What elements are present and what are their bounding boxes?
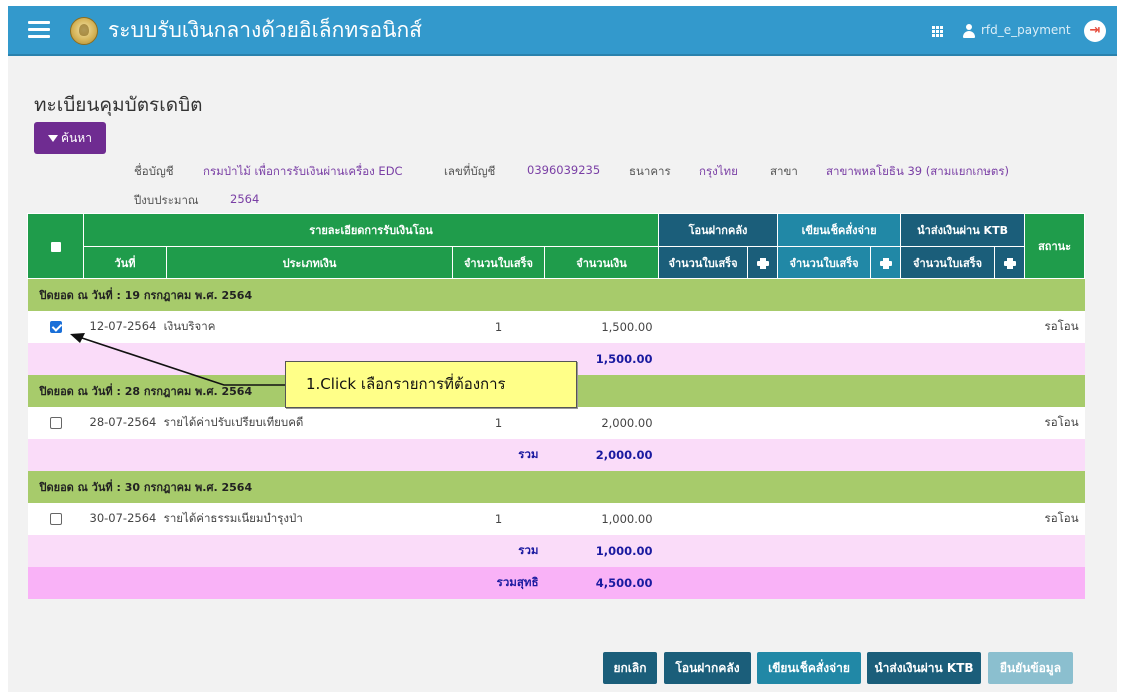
net-total-row: รวมสุทธิ 4,500.00 xyxy=(27,566,1085,599)
receipts-header: จำนวนใบเสร็จ xyxy=(452,246,545,279)
confirm-button[interactable]: ยืนยันข้อมูล xyxy=(988,652,1073,684)
print-icon[interactable] xyxy=(879,257,892,269)
bank-name: กรุงไทย xyxy=(699,164,738,178)
fiscal-year: 2564 xyxy=(230,192,260,206)
grid-icon[interactable] xyxy=(932,26,944,38)
row-type: เงินบริจาค xyxy=(163,318,216,333)
date-header: วันที่ xyxy=(83,246,167,279)
table-row[interactable]: 30-07-2564 รายได้ค่าธรรมเนียมบำรุงป่า 1 … xyxy=(27,502,1085,535)
ktb-header: นำส่งเงินผ่าน KTB xyxy=(900,213,1026,247)
deposit-print-header[interactable] xyxy=(747,246,779,279)
row-date-type: 28-07-2564 รายได้ค่าปรับเปรียบเทียบคดี xyxy=(83,406,453,439)
row-type: รายได้ค่าปรับเปรียบเทียบคดี xyxy=(163,414,304,429)
cheque-receipts-header: จำนวนใบเสร็จ xyxy=(777,246,872,279)
row-select-cell[interactable] xyxy=(27,502,84,535)
amount-header: จำนวนเงิน xyxy=(543,246,660,279)
row-amount: 1,000.00 xyxy=(544,502,659,535)
subtotal-row: รวม 2,000.00 xyxy=(27,438,1085,471)
fiscal-year-label: ปีงบประมาณ xyxy=(134,193,199,207)
row-date-type: 12-07-2564 เงินบริจาค xyxy=(83,310,453,343)
row-date: 12-07-2564 xyxy=(89,318,157,333)
row-checkbox[interactable] xyxy=(49,513,62,525)
row-checkbox[interactable] xyxy=(49,321,62,333)
row-select-cell[interactable] xyxy=(27,310,84,343)
detail-header: รายละเอียดการรับเงินโอน xyxy=(82,213,660,247)
account-name-label: ชื่อบัญชี xyxy=(134,164,174,178)
table-row[interactable]: 12-07-2564 เงินบริจาค 1 1,500.00 รอโอน xyxy=(27,310,1085,343)
deposit-receipts-header: จำนวนใบเสร็จ xyxy=(658,246,749,279)
row-status: รอโอน xyxy=(1024,406,1085,439)
username[interactable]: rfd_e_payment xyxy=(981,23,1071,37)
cancel-button[interactable]: ยกเลิก xyxy=(603,652,657,684)
branch-label: สาขา xyxy=(770,164,798,178)
deposit-treasury-button[interactable]: โอนฝากคลัง xyxy=(664,652,751,684)
subtotal-label: รวม xyxy=(27,534,545,567)
subtotal-row: รวม 1,000.00 xyxy=(27,534,1085,567)
type-header: ประเภทเงิน xyxy=(166,246,453,279)
row-date-type: 30-07-2564 รายได้ค่าธรรมเนียมบำรุงป่า xyxy=(83,502,453,535)
subtotal-amount: 1,000.00 xyxy=(544,534,659,567)
instruction-callout: 1.Click เลือกรายการที่ต้องการ xyxy=(285,361,577,408)
row-date: 30-07-2564 xyxy=(89,510,157,525)
table-row[interactable]: 28-07-2564 รายได้ค่าปรับเปรียบเทียบคดี 1… xyxy=(27,406,1085,439)
write-cheque-button[interactable]: เขียนเช็คสั่งจ่าย xyxy=(757,652,861,684)
filter-icon xyxy=(48,135,59,142)
logout-icon[interactable]: ⇥ xyxy=(1084,20,1106,42)
subtotal-label: รวม xyxy=(27,438,545,471)
account-number-label: เลขที่บัญชี xyxy=(444,164,496,178)
search-button[interactable]: ค้นหา xyxy=(34,122,106,154)
user-icon[interactable] xyxy=(963,24,975,38)
account-name: กรมป่าไม้ เพื่อการรับเงินผ่านเครื่อง EDC xyxy=(203,164,403,178)
ktb-print-header[interactable] xyxy=(994,246,1026,279)
group-header: ปิดยอด ณ วันที่ : 30 กรกฎาคม พ.ศ. 2564 xyxy=(27,470,1085,503)
row-receipts: 1 xyxy=(452,502,545,535)
send-ktb-button[interactable]: นำส่งเงินผ่าน KTB xyxy=(867,652,981,684)
row-amount: 2,000.00 xyxy=(544,406,659,439)
row-status: รอโอน xyxy=(1024,502,1085,535)
print-icon[interactable] xyxy=(1003,257,1016,269)
row-type: รายได้ค่าธรรมเนียมบำรุงป่า xyxy=(163,510,303,525)
row-date: 28-07-2564 xyxy=(89,414,157,429)
subtotal-amount: 2,000.00 xyxy=(544,438,659,471)
group-header: ปิดยอด ณ วันที่ : 19 กรกฎาคม พ.ศ. 2564 xyxy=(27,278,1085,311)
row-select-cell[interactable] xyxy=(27,406,84,439)
print-icon[interactable] xyxy=(756,257,769,269)
bank-label: ธนาคาร xyxy=(629,164,671,178)
row-status: รอโอน xyxy=(1024,310,1085,343)
department-seal xyxy=(70,17,98,45)
row-checkbox[interactable] xyxy=(49,417,62,429)
ktb-receipts-header: จำนวนใบเสร็จ xyxy=(900,246,996,279)
cheque-print-header[interactable] xyxy=(870,246,902,279)
account-number: 0396039235 xyxy=(527,163,601,177)
search-button-label: ค้นหา xyxy=(61,131,92,145)
row-receipts: 1 xyxy=(452,406,545,439)
status-header: สถานะ xyxy=(1024,213,1086,279)
row-receipts: 1 xyxy=(452,310,545,343)
cheque-header: เขียนเช็คสั่งจ่าย xyxy=(777,213,902,247)
page-title: ทะเบียนคุมบัตรเดบิต xyxy=(34,94,203,116)
row-amount: 1,500.00 xyxy=(544,310,659,343)
hamburger-icon[interactable] xyxy=(28,21,50,39)
top-bar: ระบบรับเงินกลางด้วยอิเล็กทรอนิกส์ rfd_e_… xyxy=(8,6,1117,56)
select-all-checkbox[interactable] xyxy=(50,241,61,252)
net-total-label: รวมสุทธิ xyxy=(27,566,545,599)
branch-name: สาขาพหลโยธิน 39 (สามแยกเกษตร) xyxy=(826,164,1010,178)
select-all-cell[interactable] xyxy=(27,213,84,279)
deposit-header: โอนฝากคลัง xyxy=(658,213,779,247)
app-title: ระบบรับเงินกลางด้วยอิเล็กทรอนิกส์ xyxy=(108,18,422,42)
net-total-amount: 4,500.00 xyxy=(544,566,659,599)
